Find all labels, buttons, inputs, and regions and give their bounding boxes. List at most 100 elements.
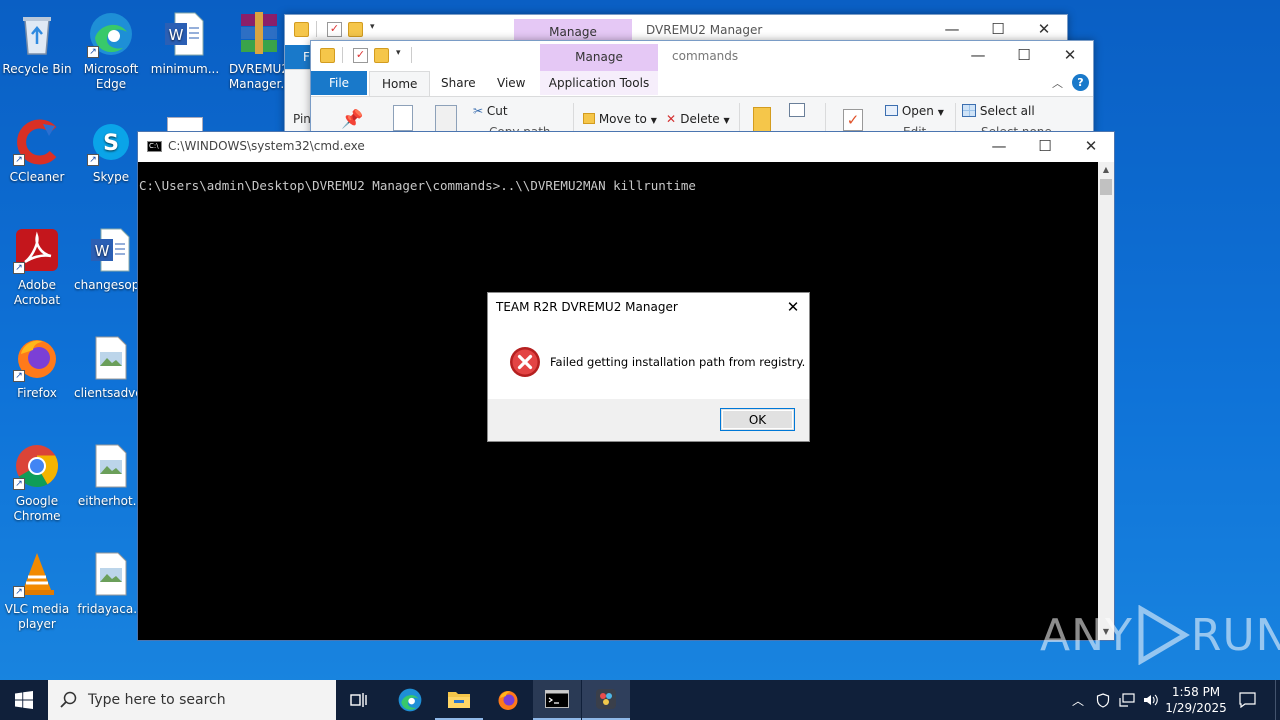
properties-icon[interactable]: ✓ (353, 48, 368, 63)
ribbon-tabs: File Home Share View Application Tools ︿… (311, 71, 1093, 96)
desktop-icon-word-doc[interactable]: W minimum... (148, 4, 222, 77)
console-line: C:\Users\admin\Desktop\DVREMU2 Manager\c… (139, 178, 696, 193)
desktop-icon-label: VLC media player (4, 602, 70, 631)
image-file-icon (87, 550, 135, 598)
desktop-icon-label: CCleaner (9, 170, 65, 184)
folder-icon (294, 22, 309, 37)
new-folder-large-icon[interactable] (753, 107, 771, 133)
dialog-footer: OK (488, 399, 809, 441)
new-folder-icon[interactable] (374, 48, 389, 63)
search-icon (60, 691, 77, 708)
clock-date: 1/29/2025 (1165, 701, 1227, 715)
desktop-icon-acrobat[interactable]: ↗ Adobe Acrobat (0, 220, 74, 308)
desktop-icon-label: Google Chrome (13, 494, 61, 523)
tab-view[interactable]: View (487, 71, 535, 95)
shortcut-arrow-icon: ↗ (13, 370, 25, 382)
maximize-button[interactable]: ☐ (1001, 41, 1047, 71)
tray-volume-icon[interactable] (1140, 680, 1162, 720)
desktop-icon-label: Adobe Acrobat (13, 278, 61, 307)
desktop-icon-recycle-bin[interactable]: Recycle Bin (0, 4, 74, 77)
delete-x-icon: ✕ (666, 112, 681, 126)
tab-application-tools[interactable]: Application Tools (540, 71, 658, 95)
window-title: commands (672, 49, 739, 63)
ccleaner-icon: ↗ (13, 118, 61, 166)
taskbar-cmd[interactable] (533, 680, 581, 720)
help-icon[interactable]: ? (1072, 74, 1089, 91)
clock[interactable]: 1:58 PM 1/29/2025 (1164, 680, 1228, 720)
qat-dropdown-icon[interactable]: ▾ (370, 22, 375, 32)
tab-share[interactable]: Share (431, 71, 486, 95)
open-icon (885, 105, 898, 116)
properties-icon[interactable]: ✓ (327, 22, 342, 37)
taskbar-file-explorer[interactable] (435, 680, 483, 720)
ok-button[interactable]: OK (720, 408, 795, 431)
minimize-button[interactable]: — (976, 132, 1022, 162)
properties-large-icon[interactable]: ✓ (843, 109, 863, 131)
file-tab[interactable]: F (285, 45, 311, 69)
desktop-icon-chrome[interactable]: ↗ Google Chrome (0, 436, 74, 524)
move-to-label: Move to (598, 112, 647, 126)
taskbar-dvremu2-manager[interactable] (582, 680, 630, 720)
recycle-bin-icon (13, 10, 61, 58)
shortcut-arrow-icon: ↗ (13, 154, 25, 166)
search-box[interactable]: Type here to search (48, 680, 336, 720)
chrome-icon: ↗ (13, 442, 61, 490)
tab-home[interactable]: Home (369, 71, 431, 96)
error-message: Failed getting installation path from re… (550, 355, 806, 369)
task-view-button[interactable] (336, 680, 384, 720)
explorer-window-front[interactable]: ✓ ▾ Manage commands — ☐ ✕ File Home Shar… (310, 40, 1094, 145)
qat-dropdown-icon[interactable]: ▾ (396, 48, 401, 58)
cut-button[interactable]: ✂ Cut (473, 104, 508, 118)
close-button[interactable]: ✕ (777, 293, 809, 321)
close-button[interactable]: ✕ (1047, 41, 1093, 71)
title-bar[interactable]: ✓ ▾ Manage commands — ☐ ✕ (311, 41, 1093, 71)
new-folder-icon[interactable] (348, 22, 363, 37)
notification-icon (1238, 692, 1256, 708)
minimize-button[interactable]: — (955, 41, 1001, 71)
copy-icon[interactable] (393, 105, 413, 131)
start-button[interactable] (0, 680, 48, 720)
tab-file[interactable]: File (311, 71, 367, 95)
notification-center-button[interactable] (1232, 680, 1262, 720)
desktop-icon-vlc[interactable]: ↗ VLC media player (0, 544, 74, 632)
tray-security-icon[interactable] (1092, 680, 1114, 720)
firefox-icon (498, 691, 518, 710)
pin-icon[interactable]: 📌 (341, 109, 363, 130)
open-button[interactable]: Open ▼ (885, 104, 944, 118)
divider (316, 21, 317, 37)
chevron-up-icon: ︿ (1071, 693, 1084, 708)
desktop-icon-ccleaner[interactable]: ↗ CCleaner (0, 112, 74, 185)
delete-button[interactable]: ✕ Delete ▼ (666, 112, 730, 126)
desktop-icon-firefox[interactable]: ↗ Firefox (0, 328, 74, 401)
manage-context-tab[interactable]: Manage (540, 44, 658, 71)
select-all-label: Select all (979, 104, 1035, 118)
title-bar[interactable]: C:\ C:\WINDOWS\system32\cmd.exe — ☐ ✕ (138, 132, 1114, 162)
paste-icon[interactable] (435, 105, 457, 133)
move-to-button[interactable]: Move to ▼ (583, 112, 657, 126)
pin-label[interactable]: Pin (293, 112, 311, 126)
taskbar-firefox[interactable] (484, 680, 532, 720)
close-button[interactable]: ✕ (1068, 132, 1114, 162)
tray-network-icon[interactable] (1116, 680, 1138, 720)
clock-time: 1:58 PM (1171, 685, 1221, 699)
taskbar-edge[interactable] (386, 680, 434, 720)
maximize-button[interactable]: ☐ (1022, 132, 1068, 162)
show-desktop-button[interactable] (1275, 680, 1280, 720)
new-item-icon[interactable] (789, 103, 805, 117)
firefox-icon: ↗ (13, 334, 61, 382)
winrar-archive-icon (235, 10, 283, 58)
edge-icon (398, 688, 422, 712)
desktop-icon-edge[interactable]: ↗ Microsoft Edge (74, 4, 148, 92)
select-all-button[interactable]: Select all (962, 104, 1035, 118)
cmd-app-icon: C:\ (147, 141, 162, 152)
error-icon (509, 346, 541, 378)
error-dialog[interactable]: TEAM R2R DVREMU2 Manager ✕ Failed gettin… (487, 292, 810, 442)
show-hidden-icons-button[interactable]: ︿ (1068, 680, 1088, 720)
vertical-scrollbar[interactable]: ▲ ▼ (1098, 162, 1114, 640)
scroll-up-arrow-icon[interactable]: ▲ (1098, 162, 1114, 178)
scroll-thumb[interactable] (1100, 179, 1112, 195)
collapse-ribbon-icon[interactable]: ︿ (1052, 75, 1063, 91)
desktop-icon-label: Microsoft Edge (83, 62, 139, 91)
search-placeholder: Type here to search (88, 692, 226, 708)
window-title: C:\WINDOWS\system32\cmd.exe (168, 139, 365, 153)
